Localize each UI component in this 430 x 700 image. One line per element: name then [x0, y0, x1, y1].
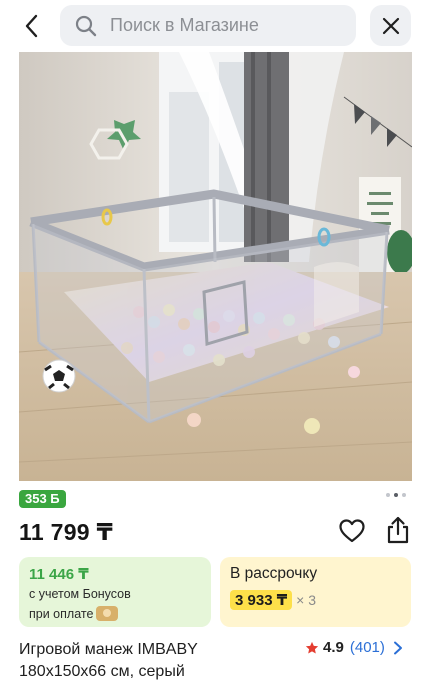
- search-icon: [75, 15, 97, 36]
- price: 11 799 ₸: [19, 519, 113, 545]
- gallery-dots[interactable]: [386, 493, 406, 497]
- search-input[interactable]: [110, 15, 330, 36]
- installment-row: 3 933 ₸ × 3: [230, 590, 411, 610]
- product-title: Игровой манеж IMBABY 180x150x66 см, серы…: [19, 639, 294, 683]
- playpen-image: [19, 52, 412, 481]
- heart-icon: [339, 519, 365, 543]
- back-button[interactable]: [14, 8, 50, 44]
- rating-link[interactable]: 4.9 (401): [305, 639, 403, 656]
- bonus-price-amount: 11 446 ₸: [29, 566, 89, 583]
- product-photo[interactable]: [19, 52, 412, 481]
- reviews-count: (401): [349, 639, 385, 656]
- share-button[interactable]: [384, 515, 412, 545]
- chevron-right-icon: [393, 641, 402, 654]
- installment-card[interactable]: В рассрочку 3 933 ₸ × 3: [220, 557, 411, 627]
- bonus-payment-text: при оплате: [29, 607, 94, 621]
- bonus-price-note: с учетом Бонусов: [29, 587, 131, 601]
- close-button[interactable]: [370, 5, 411, 46]
- share-icon: [387, 516, 409, 544]
- close-icon: [382, 17, 399, 34]
- gallery-dot[interactable]: [402, 493, 406, 497]
- product-title-line: Игровой манеж IMBABY: [19, 641, 198, 658]
- installment-title: В рассрочку: [230, 565, 318, 582]
- gallery-dot[interactable]: [386, 493, 390, 497]
- product-title-line: 180x150x66 см, серый: [19, 663, 185, 680]
- installment-amount: 3 933 ₸: [230, 590, 293, 610]
- bonus-badge: 353 Б: [19, 490, 66, 508]
- rating-value: 4.9: [323, 639, 344, 656]
- bonus-payment-note: при оплате: [29, 606, 211, 622]
- bonus-coin-icon: [96, 606, 119, 621]
- bonus-price-card[interactable]: 11 446 ₸ с учетом Бонусов при оплате: [19, 557, 211, 627]
- top-bar: [0, 0, 430, 50]
- chevron-left-icon: [25, 14, 38, 38]
- favorite-button[interactable]: [338, 517, 366, 545]
- star-icon: [305, 641, 319, 654]
- search-box[interactable]: [60, 5, 356, 46]
- installment-multiplier: × 3: [296, 592, 317, 608]
- gallery-dot-active[interactable]: [394, 493, 398, 497]
